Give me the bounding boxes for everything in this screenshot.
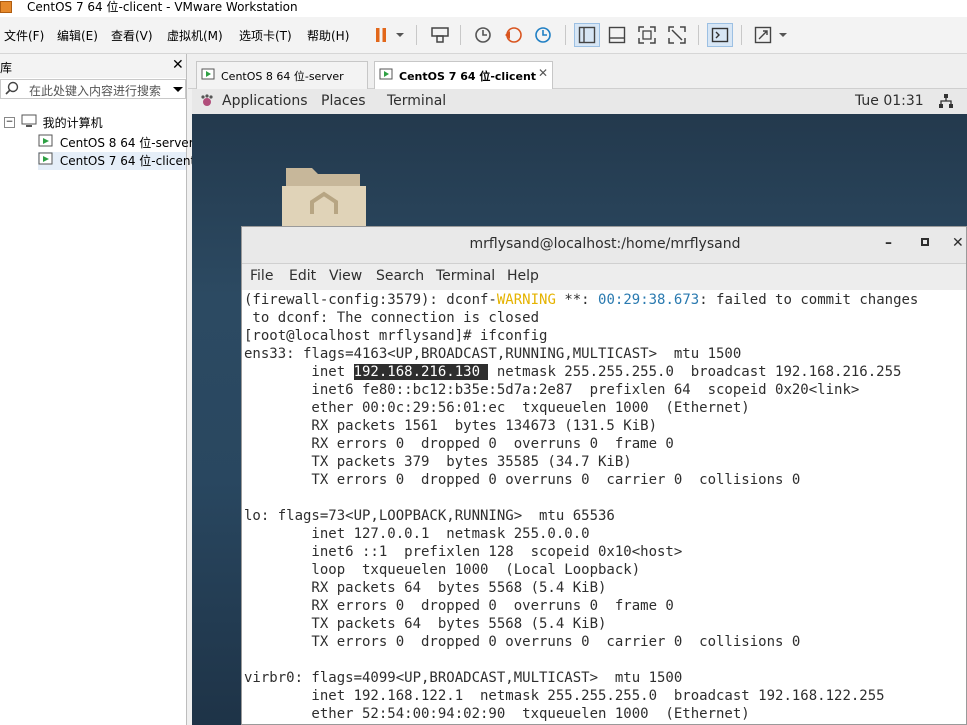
minimize-icon[interactable]: – bbox=[885, 235, 892, 251]
stretch-icon[interactable] bbox=[750, 23, 776, 47]
close-icon[interactable]: ✕ bbox=[952, 235, 964, 251]
vm-tabs: CentOS 8 64 位-server CentOS 7 64 位-clice… bbox=[188, 54, 967, 89]
terminal-output[interactable]: (firewall-config:3579): dconf-WARNING **… bbox=[244, 291, 966, 724]
terminal-line: RX packets 1561 bytes 134673 (131.5 KiB) bbox=[244, 418, 658, 434]
tree-root[interactable]: − 我的计算机 bbox=[4, 114, 103, 131]
tree-vm-label: CentOS 8 64 位-server bbox=[59, 136, 194, 150]
terminal-window: mrflysand@localhost:/home/mrflysand – ✕ … bbox=[241, 226, 967, 725]
network-icon[interactable] bbox=[938, 93, 954, 113]
term-menu-edit[interactable]: Edit bbox=[289, 268, 316, 284]
tab-client[interactable]: CentOS 7 64 位-clicent ✕ bbox=[374, 61, 553, 89]
thumbnail-bar-icon[interactable] bbox=[604, 23, 630, 47]
window-title: CentOS 7 64 位-clicent - VMware Workstati… bbox=[27, 0, 298, 14]
term-menu-terminal[interactable]: Terminal bbox=[436, 268, 495, 284]
snapshot-manager-icon[interactable] bbox=[530, 23, 556, 47]
term-menu-search[interactable]: Search bbox=[376, 268, 424, 284]
menu-tabs[interactable]: 选项卡(T) bbox=[239, 27, 292, 44]
terminal-line: RX packets 64 bytes 5568 (5.4 KiB) bbox=[244, 580, 607, 596]
vm-icon bbox=[38, 152, 54, 169]
term-menu-file[interactable]: File bbox=[250, 268, 273, 284]
terminal-line: loop txqueuelen 1000 (Local Loopback) bbox=[244, 562, 641, 578]
tab-server[interactable]: CentOS 8 64 位-server bbox=[196, 61, 368, 89]
term-menu-help[interactable]: Help bbox=[507, 268, 539, 284]
revert-snapshot-icon[interactable] bbox=[500, 23, 526, 47]
terminal-menu[interactable]: Terminal bbox=[387, 93, 446, 109]
search-icon bbox=[5, 81, 19, 98]
unity-icon[interactable] bbox=[664, 23, 690, 47]
terminal-menubar: File Edit View Search Terminal Help bbox=[242, 264, 966, 290]
tree-root-label: 我的计算机 bbox=[42, 116, 103, 130]
menu-help[interactable]: 帮助(H) bbox=[307, 27, 349, 44]
terminal-line: inet 127.0.0.1 netmask 255.0.0.0 bbox=[244, 526, 590, 542]
close-tab-icon[interactable]: ✕ bbox=[538, 66, 548, 80]
terminal-line: RX errors 0 dropped 0 overruns 0 frame 0 bbox=[244, 598, 674, 614]
terminal-line: inet6 ::1 prefixlen 128 scopeid 0x10<hos… bbox=[244, 544, 683, 560]
fullscreen-icon[interactable] bbox=[634, 23, 660, 47]
menu-view[interactable]: 查看(V) bbox=[111, 27, 153, 44]
terminal-line: to dconf: The connection is closed bbox=[244, 310, 540, 326]
vmware-logo-icon bbox=[0, 1, 12, 13]
tree-vm-label: CentOS 7 64 位-clicent bbox=[59, 154, 196, 168]
maximize-icon[interactable] bbox=[921, 238, 929, 246]
vm-icon bbox=[201, 68, 215, 84]
terminal-line: virbr0: flags=4099<UP,BROADCAST,MULTICAS… bbox=[244, 670, 683, 686]
collapse-icon[interactable]: − bbox=[4, 117, 15, 128]
vm-icon bbox=[379, 68, 393, 84]
selected-ip: 192.168.216.130 bbox=[353, 364, 489, 380]
menu-vm[interactable]: 虚拟机(M) bbox=[167, 27, 223, 44]
library-search[interactable]: 在此处键入内容进行搜索 bbox=[0, 79, 186, 99]
terminal-line: inet6 fe80::bc12:b35e:5d7a:2e87 prefixle… bbox=[244, 382, 860, 398]
terminal-line: TX errors 0 dropped 0 overruns 0 carrier… bbox=[244, 472, 801, 488]
search-dropdown-icon[interactable] bbox=[173, 84, 183, 98]
tab-label: CentOS 8 64 位-server bbox=[221, 70, 344, 83]
terminal-line: TX packets 379 bytes 35585 (34.7 KiB) bbox=[244, 454, 632, 470]
places-menu[interactable]: Places bbox=[321, 93, 366, 109]
toolbar: 文件(F) 编辑(E) 查看(V) 虚拟机(M) 选项卡(T) 帮助(H) bbox=[0, 17, 967, 54]
library-header: 库 ✕ bbox=[0, 54, 186, 78]
search-input[interactable]: 在此处键入内容进行搜索 bbox=[29, 82, 161, 99]
close-icon[interactable]: ✕ bbox=[172, 57, 184, 73]
snapshot-icon[interactable] bbox=[470, 23, 496, 47]
terminal-line: ens33: flags=4163<UP,BROADCAST,RUNNING,M… bbox=[244, 346, 742, 362]
home-folder-icon[interactable] bbox=[282, 162, 366, 230]
terminal-line: ether 52:54:00:94:02:90 txqueuelen 1000 … bbox=[244, 706, 750, 722]
library-panel: 库 ✕ 在此处键入内容进行搜索 − 我的计算机 CentOS 8 64 位-se… bbox=[0, 54, 195, 725]
terminal-line: inet 192.168.216.130 netmask 255.255.255… bbox=[244, 364, 902, 380]
gnome-foot-icon bbox=[200, 94, 215, 112]
term-menu-view[interactable]: View bbox=[329, 268, 362, 284]
library-view-icon[interactable] bbox=[574, 23, 600, 47]
terminal-title: mrflysand@localhost:/home/mrflysand bbox=[469, 236, 741, 252]
gnome-top-bar: Applications Places Terminal Tue 01:31 bbox=[192, 89, 967, 114]
tree-vm-server[interactable]: CentOS 8 64 位-server bbox=[38, 134, 194, 151]
terminal-line: TX errors 0 dropped 0 overruns 0 carrier… bbox=[244, 634, 801, 650]
dropdown-icon[interactable] bbox=[392, 23, 408, 47]
terminal-line: (firewall-config:3579): dconf-WARNING **… bbox=[244, 292, 919, 308]
menu-file[interactable]: 文件(F) bbox=[4, 27, 44, 44]
applications-menu[interactable]: Applications bbox=[222, 93, 308, 109]
computer-icon bbox=[21, 114, 37, 131]
terminal-title-bar[interactable]: mrflysand@localhost:/home/mrflysand – ✕ bbox=[242, 227, 966, 264]
stretch-dropdown-icon[interactable] bbox=[776, 23, 790, 47]
library-title: 库 bbox=[0, 61, 13, 75]
terminal-line: TX packets 64 bytes 5568 (5.4 KiB) bbox=[244, 616, 607, 632]
send-ctrl-alt-del-icon[interactable] bbox=[427, 23, 453, 47]
menu-edit[interactable]: 编辑(E) bbox=[57, 27, 98, 44]
terminal-line: inet 192.168.122.1 netmask 255.255.255.0… bbox=[244, 688, 885, 704]
console-view-icon[interactable] bbox=[707, 23, 733, 47]
tab-label: CentOS 7 64 位-clicent bbox=[399, 70, 537, 83]
vm-icon bbox=[38, 134, 54, 151]
terminal-line: RX errors 0 dropped 0 overruns 0 frame 0 bbox=[244, 436, 674, 452]
pause-icon[interactable] bbox=[368, 23, 394, 47]
terminal-line: [root@localhost mrflysand]# ifconfig bbox=[244, 328, 548, 344]
terminal-line: ether 00:0c:29:56:01:ec txqueuelen 1000 … bbox=[244, 400, 750, 416]
clock[interactable]: Tue 01:31 bbox=[855, 93, 924, 109]
tree-vm-client[interactable]: CentOS 7 64 位-clicent bbox=[38, 152, 195, 170]
window-title-bar: CentOS 7 64 位-clicent - VMware Workstati… bbox=[0, 0, 967, 17]
terminal-line: lo: flags=73<UP,LOOPBACK,RUNNING> mtu 65… bbox=[244, 508, 615, 524]
